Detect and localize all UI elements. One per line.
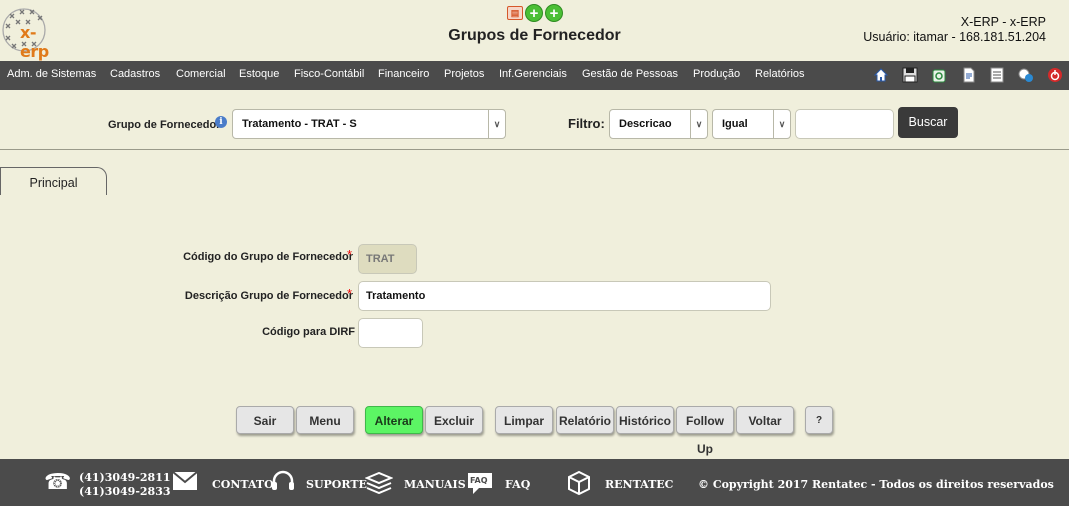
chevron-down-icon: ∨ bbox=[773, 110, 790, 138]
filter-value-input[interactable] bbox=[795, 109, 894, 139]
clear-button[interactable]: Limpar bbox=[495, 406, 553, 434]
menu-item-cadastros[interactable]: Cadastros bbox=[110, 68, 160, 80]
system-info: X-ERP - x-ERP Usuário: itamar - 168.181.… bbox=[863, 15, 1046, 45]
menu-item-estoque[interactable]: Estoque bbox=[239, 68, 279, 80]
history-button[interactable]: Histórico bbox=[616, 406, 674, 434]
dirf-label: Código para DIRF bbox=[262, 326, 355, 338]
rentatec-logo-icon bbox=[566, 470, 592, 502]
description-label: Descrição Grupo de Fornecedor bbox=[184, 290, 353, 302]
add-icon[interactable]: + bbox=[545, 4, 563, 22]
required-marker: * bbox=[347, 247, 353, 262]
rentatec-link[interactable]: RENTATEC bbox=[605, 478, 673, 491]
info-icon[interactable]: i bbox=[215, 116, 227, 128]
menu-item-comercial[interactable]: Comercial bbox=[176, 68, 226, 80]
home-icon[interactable] bbox=[873, 67, 889, 83]
menu-button[interactable]: Menu bbox=[296, 406, 354, 434]
filter-operator-value: Igual bbox=[722, 118, 748, 130]
menu-item-fisco-contabil[interactable]: Fisco-Contábil bbox=[294, 68, 364, 80]
document-icon[interactable] bbox=[961, 67, 977, 83]
tab-principal[interactable]: Principal bbox=[0, 167, 107, 195]
menu-item-projetos[interactable]: Projetos bbox=[444, 68, 484, 80]
menu-item-relatorios[interactable]: Relatórios bbox=[755, 68, 805, 80]
group-select-label: Grupo de Fornecedor bbox=[108, 119, 221, 131]
menu-item-gestao-pessoas[interactable]: Gestão de Pessoas bbox=[582, 68, 678, 80]
chevron-down-icon: ∨ bbox=[488, 110, 505, 138]
contact-link[interactable]: CONTATO bbox=[212, 478, 274, 491]
share-icon[interactable] bbox=[1018, 67, 1034, 83]
books-icon[interactable] bbox=[364, 471, 394, 500]
faq-icon[interactable] bbox=[465, 470, 495, 502]
help-button[interactable]: ? bbox=[805, 406, 833, 434]
filter-field-value: Descricao bbox=[619, 118, 672, 130]
pdf-icon[interactable]: ▤ bbox=[507, 6, 523, 20]
exit-icon[interactable] bbox=[1047, 67, 1063, 83]
filter-operator-select[interactable]: Igual ∨ bbox=[712, 109, 791, 139]
mail-icon[interactable] bbox=[172, 471, 198, 497]
back-button[interactable]: Voltar bbox=[736, 406, 794, 434]
user-info: Usuário: itamar - 168.181.51.204 bbox=[863, 30, 1046, 44]
manuals-link[interactable]: MANUAIS bbox=[404, 478, 466, 491]
dirf-code-field[interactable] bbox=[358, 318, 423, 348]
recycle-icon[interactable] bbox=[931, 67, 947, 83]
list-icon[interactable] bbox=[989, 67, 1005, 83]
exit-button[interactable]: Sair bbox=[236, 406, 294, 434]
filter-label: Filtro: bbox=[568, 116, 605, 131]
phone-icon: ☎ bbox=[44, 470, 72, 495]
copyright-text: © Copyright 2017 Rentatec - Todos os dir… bbox=[698, 478, 1054, 491]
update-button[interactable]: Alterar bbox=[365, 406, 423, 434]
description-field[interactable]: Tratamento bbox=[358, 281, 771, 311]
phone-number-2: (41)3049-2833 bbox=[79, 485, 171, 498]
phone-number-1: (41)3049-2811 bbox=[79, 471, 171, 484]
header: x-erp ▤ + + Grupos de Fornecedor X-ERP -… bbox=[0, 0, 1069, 61]
support-link[interactable]: SUPORTE bbox=[306, 478, 367, 491]
group-select[interactable]: Tratamento - TRAT - S ∨ bbox=[232, 109, 506, 139]
faq-icon-label: FAQ bbox=[470, 476, 488, 485]
search-button[interactable]: Buscar bbox=[898, 107, 958, 138]
main-menu: Adm. de Sistemas Cadastros Comercial Est… bbox=[0, 61, 1069, 90]
save-icon[interactable] bbox=[902, 67, 918, 83]
headset-icon[interactable] bbox=[270, 470, 296, 500]
menu-item-producao[interactable]: Produção bbox=[693, 68, 740, 80]
footer: ☎ (41)3049-2811 (41)3049-2833 CONTATO SU… bbox=[0, 459, 1069, 506]
menu-item-inf-gerenciais[interactable]: Inf.Gerenciais bbox=[499, 68, 567, 80]
follow-up-button[interactable]: Follow Up bbox=[676, 406, 734, 456]
filter-field-select[interactable]: Descricao ∨ bbox=[609, 109, 708, 139]
add-icon[interactable]: + bbox=[525, 4, 543, 22]
menu-item-adm-sistemas[interactable]: Adm. de Sistemas bbox=[7, 68, 96, 80]
delete-button[interactable]: Excluir bbox=[425, 406, 483, 434]
header-actions: ▤ + + bbox=[507, 4, 563, 22]
faq-link[interactable]: FAQ bbox=[505, 478, 530, 491]
code-label: Código do Grupo de Fornecedor bbox=[183, 251, 353, 263]
report-button[interactable]: Relatório bbox=[556, 406, 614, 434]
required-marker: * bbox=[347, 286, 353, 301]
chevron-down-icon: ∨ bbox=[690, 110, 707, 138]
group-select-value: Tratamento - TRAT - S bbox=[242, 118, 357, 130]
system-name: X-ERP - x-ERP bbox=[960, 15, 1046, 29]
code-field: TRAT bbox=[358, 244, 417, 274]
menu-item-financeiro[interactable]: Financeiro bbox=[378, 68, 429, 80]
